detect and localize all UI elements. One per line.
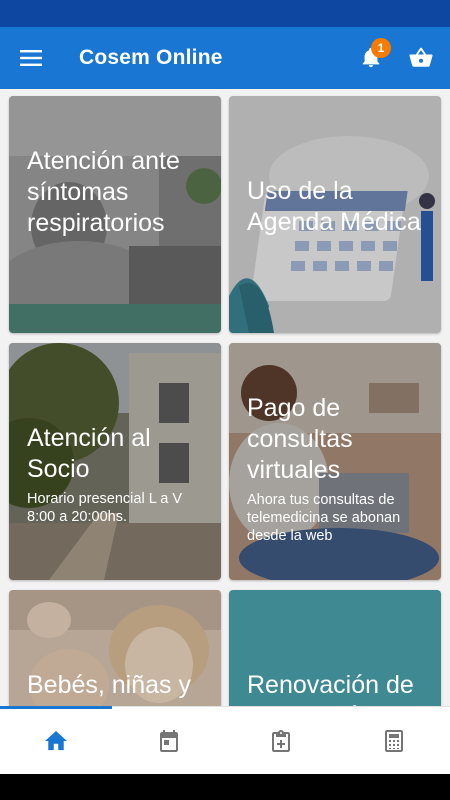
notification-badge: 1	[371, 38, 391, 58]
calendar-icon	[159, 730, 178, 752]
card-respiratory-symptoms[interactable]: Atención ante síntomas respiratorios	[9, 96, 221, 333]
card-medication-renewal[interactable]: Renovación de Medicación	[229, 590, 441, 706]
content-grid: Atención ante síntomas respiratorios Uso…	[0, 89, 450, 706]
clipboard-plus-icon	[272, 730, 291, 752]
nav-home[interactable]	[0, 707, 113, 775]
home-icon	[45, 731, 68, 751]
card-title: Renovación de Medicación	[247, 671, 414, 706]
bottom-navigation	[0, 706, 450, 775]
card-title: Pago de consultas virtuales	[247, 394, 353, 484]
calculator-icon	[384, 730, 403, 752]
card-medical-agenda[interactable]: Uso de la Agenda Médica	[229, 96, 441, 333]
system-navigation-bar	[0, 774, 450, 800]
app-bar: Cosem Online 1	[0, 27, 450, 89]
status-bar	[0, 0, 450, 27]
nav-medical-record[interactable]	[225, 707, 338, 775]
card-virtual-consultation-payment[interactable]: Pago de consultas virtuales Ahora tus co…	[229, 343, 441, 580]
app-title: Cosem Online	[79, 46, 223, 69]
menu-button[interactable]	[0, 27, 62, 89]
card-title: Uso de la Agenda Médica	[247, 177, 421, 236]
basket-icon	[409, 47, 433, 67]
card-subtitle: Horario presencial L a V 8:00 a 20:00hs.	[27, 491, 183, 525]
card-title: Bebés, niñas y niños	[27, 671, 191, 706]
nav-calculator[interactable]	[338, 707, 450, 775]
card-member-service[interactable]: Atención al Socio Horario presencial L a…	[9, 343, 221, 580]
card-title: Atención ante síntomas respiratorios	[27, 147, 180, 237]
card-subtitle: Ahora tus consultas de telemedicina se a…	[247, 492, 401, 544]
cart-button[interactable]	[396, 27, 446, 89]
loading-progress-bar	[0, 706, 112, 709]
notifications-button[interactable]: 1	[346, 27, 396, 89]
card-title: Atención al Socio	[27, 424, 151, 483]
nav-calendar[interactable]	[113, 707, 226, 775]
card-babies-children[interactable]: Bebés, niñas y niños	[9, 590, 221, 706]
hamburger-menu-icon	[20, 50, 42, 66]
